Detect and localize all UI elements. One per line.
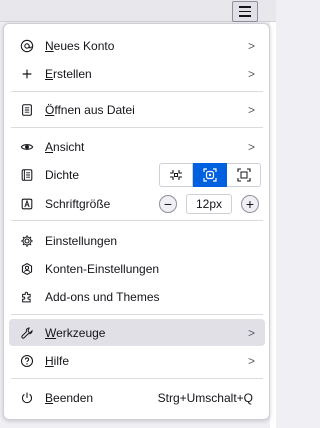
compact-icon <box>170 170 182 180</box>
separator <box>11 127 263 128</box>
menu-item-quit[interactable]: Beenden Strg+Umschalt+Q <box>9 384 265 411</box>
menu-line <box>239 15 251 17</box>
menu-item-density: Dichte <box>9 161 265 188</box>
menu-item-label: Werkzeuge <box>45 325 106 340</box>
menu-item-view[interactable]: Ansicht > <box>9 133 265 160</box>
density-compact-button[interactable] <box>159 163 193 187</box>
gear-icon <box>19 233 35 249</box>
font-size-value: 12px <box>186 194 232 214</box>
chevron-right-icon: > <box>247 325 255 340</box>
at-sign-icon <box>19 38 35 54</box>
font-size-label: Schriftgröße <box>45 196 111 211</box>
plus-icon <box>19 66 35 82</box>
font-size-decrease-button[interactable]: − <box>159 195 177 213</box>
density-icon <box>19 167 35 183</box>
eye-icon <box>19 139 35 155</box>
menu-item-label: Beenden <box>45 390 94 405</box>
wrench-icon <box>19 325 35 341</box>
menu-item-account-settings[interactable]: Konten-Einstellungen <box>9 255 265 282</box>
puzzle-icon <box>19 289 35 305</box>
menu-item-label: Erstellen <box>45 66 92 81</box>
menu-line <box>239 6 251 8</box>
separator <box>11 378 263 379</box>
app-menu-panel: Neues Konto > Erstellen > Öffnen aus Dat… <box>3 23 270 420</box>
menu-item-label: Add-ons und Themes <box>45 289 160 304</box>
power-icon <box>19 390 35 406</box>
menu-item-open-file[interactable]: Öffnen aus Datei > <box>9 96 265 123</box>
menu-item-label: Konten-Einstellungen <box>45 261 160 276</box>
help-icon <box>19 353 35 369</box>
touch-icon <box>236 168 251 182</box>
chevron-right-icon: > <box>247 66 255 81</box>
chevron-right-icon: > <box>247 139 255 154</box>
menu-item-new-account[interactable]: Neues Konto > <box>9 32 265 59</box>
menu-item-tools[interactable]: Werkzeuge > <box>9 319 265 346</box>
separator <box>11 220 263 221</box>
menu-item-label: Öffnen aus Datei <box>45 102 135 117</box>
menu-item-addons[interactable]: Add-ons und Themes <box>9 283 265 310</box>
font-size-controls: − 12px + <box>159 194 259 214</box>
density-toggle-group <box>159 163 261 187</box>
density-touch-button[interactable] <box>227 163 261 187</box>
account-settings-icon <box>19 261 35 277</box>
chevron-right-icon: > <box>247 102 255 117</box>
font-size-increase-button[interactable]: + <box>241 195 259 213</box>
menu-line <box>239 10 251 13</box>
menu-item-label: Ansicht <box>45 139 85 154</box>
separator <box>11 91 263 92</box>
density-normal-button[interactable] <box>193 163 227 187</box>
background-pane <box>270 22 276 428</box>
file-icon <box>19 102 35 118</box>
menu-item-font-size: Schriftgröße − 12px + <box>9 190 265 217</box>
menu-item-label: Einstellungen <box>45 233 118 248</box>
menu-item-settings[interactable]: Einstellungen <box>9 227 265 254</box>
app-menu-button[interactable] <box>232 1 258 22</box>
normal-density-icon <box>202 168 217 182</box>
menu-item-help[interactable]: Hilfe > <box>9 347 265 374</box>
menu-item-label: Hilfe <box>45 353 70 368</box>
menu-item-create[interactable]: Erstellen > <box>9 60 265 87</box>
chevron-right-icon: > <box>247 353 255 368</box>
quit-shortcut: Strg+Umschalt+Q <box>157 390 253 405</box>
menu-item-label: Neues Konto <box>45 38 115 53</box>
font-size-icon <box>19 196 35 212</box>
toolbar <box>0 0 276 22</box>
density-label: Dichte <box>45 167 80 182</box>
chevron-right-icon: > <box>247 38 255 53</box>
separator <box>11 314 263 315</box>
